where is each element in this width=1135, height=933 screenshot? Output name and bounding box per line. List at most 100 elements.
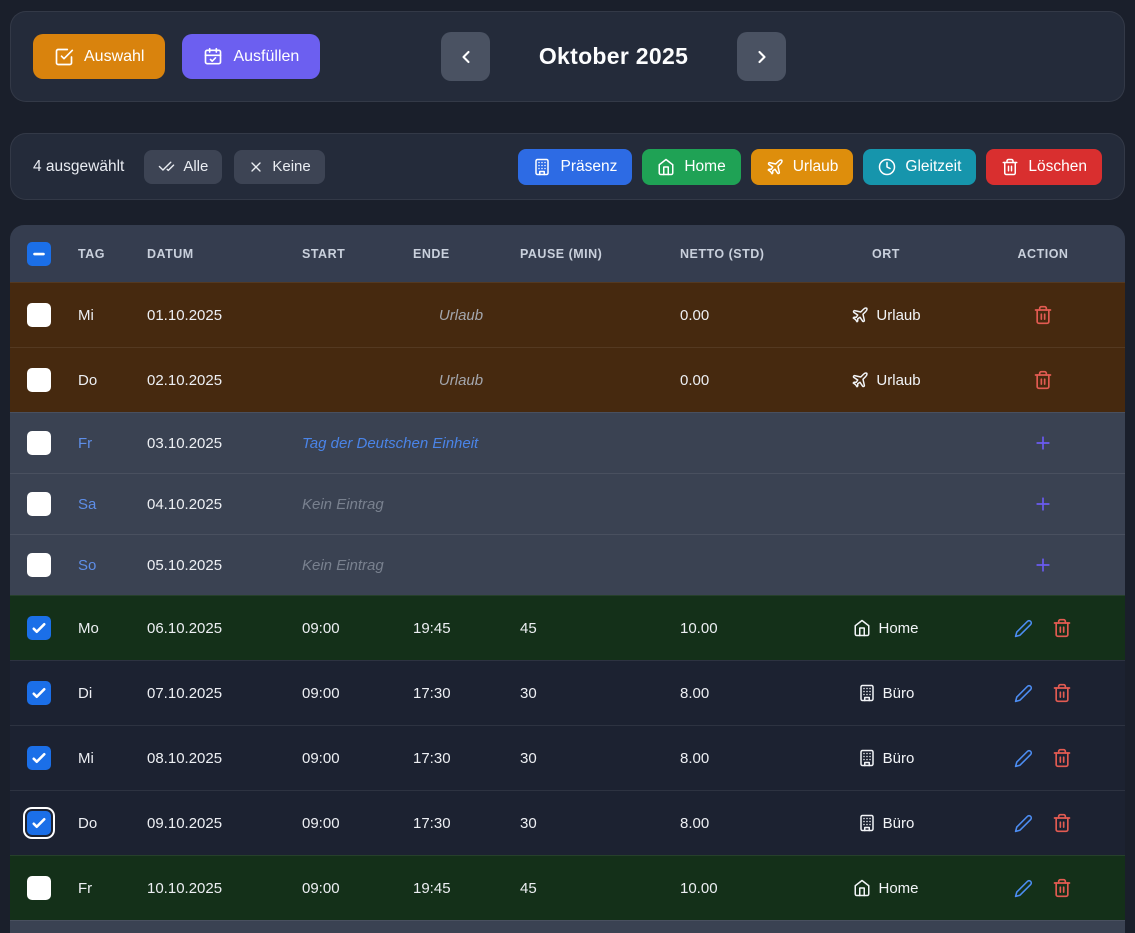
trash-icon: [1052, 683, 1072, 703]
table-row: Mi 08.10.2025 09:00 17:30 30 8.00 Büro: [10, 725, 1125, 790]
time-table: TAG DATUM START ENDE PAUSE (MIN) NETTO (…: [10, 225, 1125, 933]
edit-button[interactable]: [1014, 619, 1033, 638]
home-button[interactable]: Home: [642, 149, 740, 185]
delete-button[interactable]: [1052, 813, 1072, 833]
date-label: 08.10.2025: [137, 750, 292, 767]
auswahl-button[interactable]: Auswahl: [33, 34, 165, 79]
prev-month-button[interactable]: [441, 32, 490, 81]
select-all-checkbox[interactable]: [27, 242, 51, 266]
table-row: Sa 04.10.2025 Kein Eintrag: [10, 473, 1125, 534]
end-time: 19:45: [403, 880, 510, 897]
delete-button[interactable]: [1033, 305, 1053, 325]
ort-cell: Home: [811, 619, 961, 637]
home-icon: [853, 879, 871, 897]
edit-button[interactable]: [1014, 814, 1033, 833]
end-time: 17:30: [403, 750, 510, 767]
end-time: 19:45: [403, 620, 510, 637]
netto-value: 8.00: [670, 750, 811, 767]
row-checkbox[interactable]: [27, 553, 51, 577]
select-all-label: Alle: [183, 158, 208, 175]
delete-button[interactable]: [1052, 748, 1072, 768]
start-time: 09:00: [292, 685, 403, 702]
edit-button[interactable]: [1014, 879, 1033, 898]
double-check-icon: [158, 158, 175, 175]
gleitzeit-button[interactable]: Gleitzeit: [863, 149, 976, 185]
plus-icon: [1033, 555, 1053, 575]
empty-note: Kein Eintrag: [292, 496, 670, 513]
building-icon: [858, 814, 876, 832]
ort-cell: Büro: [811, 684, 961, 702]
ort-label: Büro: [883, 815, 915, 832]
row-checkbox[interactable]: [27, 746, 51, 770]
end-time: 17:30: [403, 815, 510, 832]
date-label: 09.10.2025: [137, 815, 292, 832]
column-header-ende: ENDE: [403, 247, 510, 261]
select-none-label: Keine: [272, 158, 310, 175]
urlaub-button[interactable]: Urlaub: [751, 149, 854, 185]
row-checkbox-focused[interactable]: [27, 811, 51, 835]
start-time: 09:00: [292, 750, 403, 767]
pencil-icon: [1014, 879, 1033, 898]
urlaub-label: Urlaub: [793, 158, 839, 176]
day-label: Mi: [68, 307, 137, 324]
next-month-button[interactable]: [737, 32, 786, 81]
ort-label: Home: [878, 620, 918, 637]
column-header-pause: PAUSE (MIN): [510, 247, 670, 261]
column-header-ort: ORT: [811, 247, 961, 261]
entry-note: Urlaub: [292, 307, 670, 324]
row-checkbox[interactable]: [27, 616, 51, 640]
date-label: 04.10.2025: [137, 496, 292, 513]
day-label: Do: [68, 372, 137, 389]
ort-label: Urlaub: [876, 372, 920, 389]
row-checkbox[interactable]: [27, 492, 51, 516]
day-label: Mo: [68, 620, 137, 637]
ort-label: Büro: [883, 750, 915, 767]
add-button[interactable]: [1033, 433, 1053, 453]
trash-icon: [1052, 748, 1072, 768]
pause-value: 30: [510, 685, 670, 702]
delete-button[interactable]: [1052, 683, 1072, 703]
pencil-icon: [1014, 684, 1033, 703]
praesenz-label: Präsenz: [560, 158, 617, 176]
selected-count: 4 ausgewählt: [33, 158, 124, 176]
add-button[interactable]: [1033, 555, 1053, 575]
loeschen-button[interactable]: Löschen: [986, 149, 1102, 185]
plus-icon: [1033, 494, 1053, 514]
ort-cell: Büro: [811, 814, 961, 832]
day-label: So: [68, 557, 137, 574]
pencil-icon: [1014, 814, 1033, 833]
building-icon: [533, 158, 551, 176]
add-button[interactable]: [1033, 494, 1053, 514]
column-header-start: START: [292, 247, 403, 261]
row-checkbox[interactable]: [27, 431, 51, 455]
start-time: 09:00: [292, 620, 403, 637]
edit-button[interactable]: [1014, 684, 1033, 703]
row-checkbox[interactable]: [27, 368, 51, 392]
trash-icon: [1001, 158, 1019, 176]
row-checkbox[interactable]: [27, 303, 51, 327]
checkbox-minus-icon: [30, 245, 48, 263]
gleitzeit-label: Gleitzeit: [905, 158, 961, 176]
column-header-tag: TAG: [68, 247, 137, 261]
toolbar: Auswahl Ausfüllen Oktober 2025: [10, 11, 1125, 102]
table-row: So 05.10.2025 Kein Eintrag: [10, 534, 1125, 595]
select-all-button[interactable]: Alle: [144, 150, 222, 184]
trash-icon: [1052, 813, 1072, 833]
end-time: 17:30: [403, 685, 510, 702]
ausfuellen-button[interactable]: Ausfüllen: [182, 34, 320, 79]
column-header-action: ACTION: [961, 247, 1125, 261]
praesenz-button[interactable]: Präsenz: [518, 149, 632, 185]
select-none-button[interactable]: Keine: [234, 150, 324, 184]
ort-cell: Urlaub: [811, 306, 961, 324]
delete-button[interactable]: [1052, 878, 1072, 898]
delete-button[interactable]: [1033, 370, 1053, 390]
checkbox-check-icon: [30, 749, 48, 767]
row-checkbox[interactable]: [27, 876, 51, 900]
table-row-partial: [10, 920, 1125, 933]
delete-button[interactable]: [1052, 618, 1072, 638]
netto-value: 10.00: [670, 620, 811, 637]
edit-button[interactable]: [1014, 749, 1033, 768]
pause-value: 30: [510, 815, 670, 832]
ausfuellen-button-label: Ausfüllen: [233, 48, 299, 66]
row-checkbox[interactable]: [27, 681, 51, 705]
